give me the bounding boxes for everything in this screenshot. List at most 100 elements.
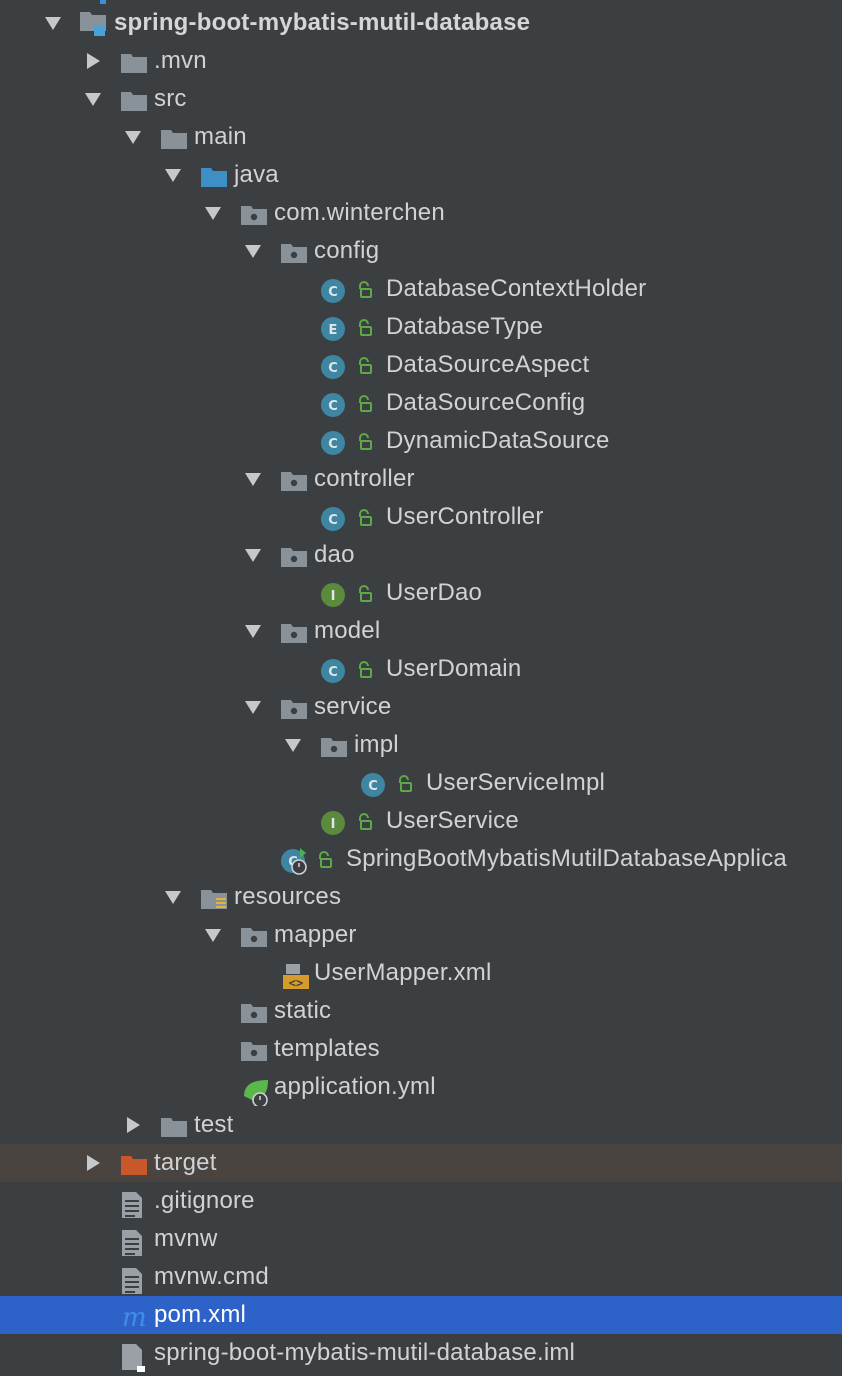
tree-node-datasourceconfig[interactable]: C DataSourceConfig bbox=[0, 384, 842, 422]
tree-node-label: resources bbox=[234, 883, 342, 910]
tree-node-service[interactable]: service bbox=[0, 688, 842, 726]
expand-arrow-right-icon[interactable] bbox=[124, 1116, 142, 1134]
tree-node-springbootmybatismutildatabaseapplica[interactable]: C SpringBootMybatisMutilDatabaseApplica bbox=[0, 840, 842, 878]
interface-icon: I bbox=[320, 582, 350, 612]
expand-arrow-down-icon[interactable] bbox=[244, 242, 262, 260]
tree-node-resources[interactable]: resources bbox=[0, 878, 842, 916]
tree-node-pom-xml[interactable]: m pom.xml bbox=[0, 1296, 842, 1334]
svg-text:I: I bbox=[331, 817, 336, 832]
tree-node-label: DatabaseType bbox=[386, 313, 544, 340]
tree-node-label: model bbox=[314, 617, 381, 644]
tree-node-mapper[interactable]: mapper bbox=[0, 916, 842, 954]
tree-node-label: mapper bbox=[274, 921, 357, 948]
tree-node-userdomain[interactable]: C UserDomain bbox=[0, 650, 842, 688]
tree-node-label: static bbox=[274, 997, 332, 1024]
tree-node-label: UserDao bbox=[386, 579, 483, 606]
svg-text:E: E bbox=[329, 323, 338, 338]
expand-arrow-right-icon[interactable] bbox=[84, 1154, 102, 1172]
svg-text:C: C bbox=[328, 665, 338, 680]
tree-node-mvn[interactable]: .mvn bbox=[0, 42, 842, 80]
tree-node-userdao[interactable]: I UserDao bbox=[0, 574, 842, 612]
expand-arrow-down-icon[interactable] bbox=[164, 166, 182, 184]
package-icon bbox=[320, 734, 348, 763]
tree-node-label: application.yml bbox=[274, 1073, 436, 1100]
tree-node-label: UserController bbox=[386, 503, 544, 530]
tree-node-static[interactable]: static bbox=[0, 992, 842, 1030]
tree-node-controller[interactable]: controller bbox=[0, 460, 842, 498]
expand-arrow-down-icon[interactable] bbox=[244, 470, 262, 488]
package-icon bbox=[280, 240, 308, 269]
tree-node-databasetype[interactable]: E DatabaseType bbox=[0, 308, 842, 346]
expand-arrow-down-icon[interactable] bbox=[284, 736, 302, 754]
tree-node-model[interactable]: model bbox=[0, 612, 842, 650]
tree-node-label: test bbox=[194, 1111, 234, 1138]
tree-node-label: DatabaseContextHolder bbox=[386, 275, 647, 302]
tree-node-target[interactable]: target bbox=[0, 1144, 842, 1182]
maven-icon: m bbox=[120, 1303, 150, 1334]
class-icon: C bbox=[320, 430, 350, 460]
folder-icon bbox=[160, 1114, 188, 1143]
tree-node-label: DataSourceAspect bbox=[386, 351, 590, 378]
package-icon bbox=[240, 1000, 268, 1029]
class-icon: C bbox=[320, 354, 350, 384]
tree-node-main[interactable]: main bbox=[0, 118, 842, 156]
tree-node-spring-boot-mybatis-mutil-database[interactable]: spring-boot-mybatis-mutil-database bbox=[0, 4, 842, 42]
source-folder-icon bbox=[200, 164, 228, 193]
tree-node-spring-boot-mybatis-mutil-database-iml[interactable]: spring-boot-mybatis-mutil-database.iml bbox=[0, 1334, 842, 1372]
tree-node-gitignore[interactable]: .gitignore bbox=[0, 1182, 842, 1220]
expand-arrow-down-icon[interactable] bbox=[204, 926, 222, 944]
lock-icon bbox=[396, 775, 412, 798]
tree-node-datasourceaspect[interactable]: C DataSourceAspect bbox=[0, 346, 842, 384]
svg-text:C: C bbox=[328, 399, 338, 414]
tree-node-label: java bbox=[234, 161, 279, 188]
tree-node-databasecontextholder[interactable]: C DatabaseContextHolder bbox=[0, 270, 842, 308]
tree-node-application-yml[interactable]: application.yml bbox=[0, 1068, 842, 1106]
expand-arrow-down-icon[interactable] bbox=[164, 888, 182, 906]
tree-node-label: spring-boot-mybatis-mutil-database bbox=[114, 9, 531, 36]
tree-node-label: config bbox=[314, 237, 380, 264]
package-icon bbox=[280, 620, 308, 649]
tree-node-mvnw-cmd[interactable]: mvnw.cmd bbox=[0, 1258, 842, 1296]
tree-node-impl[interactable]: impl bbox=[0, 726, 842, 764]
tree-node-label: mvnw bbox=[154, 1225, 218, 1252]
lock-icon bbox=[356, 509, 372, 532]
tree-node-usermapper-xml[interactable]: <> UserMapper.xml bbox=[0, 954, 842, 992]
expand-arrow-down-icon[interactable] bbox=[244, 698, 262, 716]
tree-node-test[interactable]: test bbox=[0, 1106, 842, 1144]
tree-node-usercontroller[interactable]: C UserController bbox=[0, 498, 842, 536]
tree-node-label: DataSourceConfig bbox=[386, 389, 586, 416]
expand-arrow-down-icon[interactable] bbox=[44, 14, 62, 32]
tree-node-dynamicdatasource[interactable]: C DynamicDataSource bbox=[0, 422, 842, 460]
lock-icon bbox=[356, 395, 372, 418]
svg-text:C: C bbox=[328, 361, 338, 376]
iml-file-icon bbox=[120, 1342, 150, 1372]
tree-node-userservice[interactable]: I UserService bbox=[0, 802, 842, 840]
lock-icon bbox=[356, 585, 372, 608]
expand-arrow-right-icon[interactable] bbox=[84, 52, 102, 70]
expand-arrow-down-icon[interactable] bbox=[84, 90, 102, 108]
interface-icon: I bbox=[320, 810, 350, 840]
tree-node-userserviceimpl[interactable]: C UserServiceImpl bbox=[0, 764, 842, 802]
tree-node-java[interactable]: java bbox=[0, 156, 842, 194]
tree-node-mvnw[interactable]: mvnw bbox=[0, 1220, 842, 1258]
tree-node-dao[interactable]: dao bbox=[0, 536, 842, 574]
expand-arrow-down-icon[interactable] bbox=[244, 546, 262, 564]
text-file-icon bbox=[120, 1228, 144, 1258]
tree-node-templates[interactable]: templates bbox=[0, 1030, 842, 1068]
package-icon bbox=[280, 468, 308, 497]
tree-node-label: dao bbox=[314, 541, 355, 568]
tree-node-label: UserMapper.xml bbox=[314, 959, 492, 986]
lock-icon bbox=[356, 813, 372, 836]
tree-node-src[interactable]: src bbox=[0, 80, 842, 118]
tree-node-config[interactable]: config bbox=[0, 232, 842, 270]
expand-arrow-down-icon[interactable] bbox=[244, 622, 262, 640]
tree-node-label: .mvn bbox=[154, 47, 207, 74]
tree-node-com-winterchen[interactable]: com.winterchen bbox=[0, 194, 842, 232]
expand-arrow-down-icon[interactable] bbox=[204, 204, 222, 222]
xml-file-icon: <> bbox=[280, 962, 312, 992]
tree-node-label: pom.xml bbox=[154, 1301, 247, 1328]
text-file-icon bbox=[120, 1190, 144, 1220]
expand-arrow-down-icon[interactable] bbox=[124, 128, 142, 146]
excluded-folder-icon bbox=[120, 1152, 148, 1181]
lock-icon bbox=[356, 319, 372, 342]
